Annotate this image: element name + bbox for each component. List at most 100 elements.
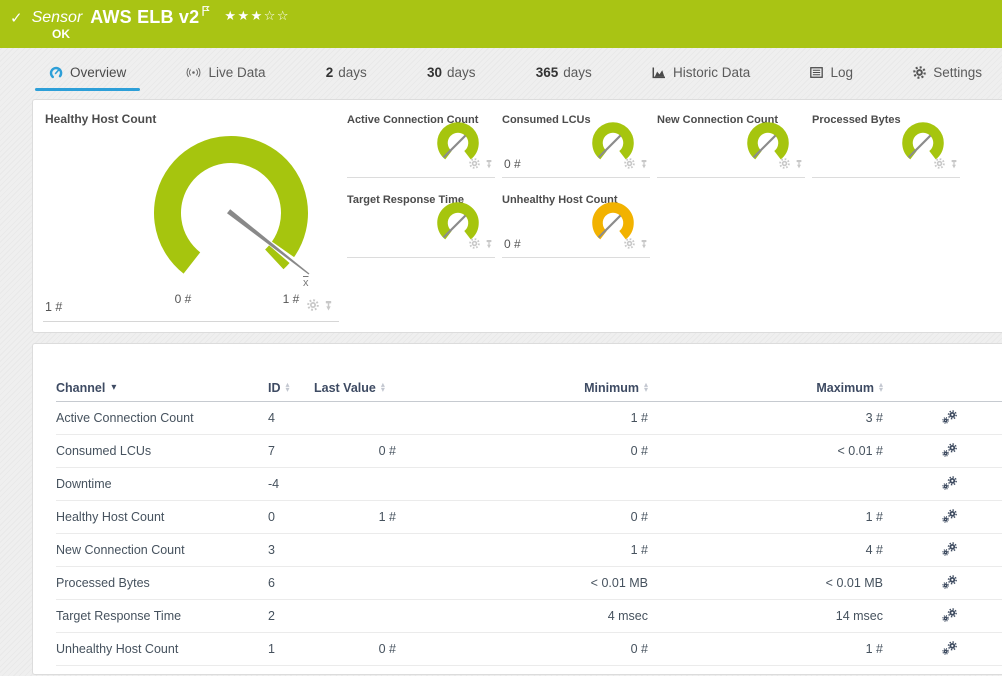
tab-30-days[interactable]: 30 days bbox=[423, 48, 480, 97]
flag-icon[interactable] bbox=[202, 4, 210, 22]
chart-icon bbox=[652, 66, 666, 79]
pin-icon[interactable] bbox=[485, 156, 493, 174]
broadcast-icon bbox=[186, 67, 201, 78]
cell-channel: Consumed LCUs bbox=[56, 444, 152, 458]
overview-gauges-panel: Healthy Host Count 0 # 1 # x 1 # Active … bbox=[32, 99, 1002, 333]
cell-minimum: < 0.01 MB bbox=[590, 576, 648, 590]
tab-365-days[interactable]: 365 days bbox=[532, 48, 596, 97]
gauge-current-value: 1 # bbox=[45, 300, 63, 314]
pin-icon[interactable] bbox=[640, 236, 648, 254]
gear-icon[interactable] bbox=[934, 156, 945, 174]
gauge-tile-processed-bytes: Processed Bytes bbox=[812, 108, 960, 178]
sensor-status-banner: ✓ Sensor AWS ELB v2 ★★★☆☆ OK bbox=[0, 0, 1002, 48]
priority-star-rating[interactable]: ★★★☆☆ bbox=[224, 8, 290, 24]
table-row: Target Response Time 2 4 msec 14 msec bbox=[56, 600, 1002, 633]
status-text: OK bbox=[52, 27, 70, 41]
cell-id: 1 bbox=[268, 642, 275, 656]
tab-overview[interactable]: Overview bbox=[34, 48, 141, 97]
gauge-tiles-grid: Active Connection Count Consumed LCUs 0 … bbox=[347, 108, 987, 332]
cell-id: 7 bbox=[268, 444, 275, 458]
cell-channel: Downtime bbox=[56, 477, 112, 491]
sort-arrows-icon: ▴ ▾ bbox=[285, 380, 290, 394]
cell-channel: Processed Bytes bbox=[56, 576, 150, 590]
gear-icon[interactable] bbox=[469, 156, 480, 174]
table-row: New Connection Count 3 1 # 4 # bbox=[56, 534, 1002, 567]
cell-minimum: 1 # bbox=[630, 543, 648, 557]
channel-settings-gears-icon[interactable] bbox=[942, 508, 958, 526]
cell-maximum: < 0.01 MB bbox=[825, 576, 883, 590]
tab-live-data[interactable]: Live Data bbox=[182, 48, 269, 97]
cell-id: -4 bbox=[268, 477, 280, 491]
sensor-title-row: ✓ Sensor AWS ELB v2 ★★★☆☆ bbox=[0, 0, 1002, 28]
cell-id: 4 bbox=[268, 411, 275, 425]
gauge-tile-unhealthy-host-count: Unhealthy Host Count 0 # bbox=[502, 188, 650, 258]
cell-id: 6 bbox=[268, 576, 275, 590]
table-row: Processed Bytes 6 < 0.01 MB < 0.01 MB bbox=[56, 567, 1002, 600]
log-icon bbox=[810, 67, 824, 78]
gauge-tile-primary: Healthy Host Count 0 # 1 # x 1 # bbox=[43, 108, 339, 322]
tab-log[interactable]: Log bbox=[806, 48, 857, 97]
column-header-id[interactable]: ID ▴ ▾ bbox=[268, 381, 314, 395]
cell-minimum: 1 # bbox=[630, 411, 648, 425]
pin-icon[interactable] bbox=[485, 236, 493, 254]
channel-settings-gears-icon[interactable] bbox=[942, 607, 958, 625]
channel-settings-gears-icon[interactable] bbox=[942, 640, 958, 658]
table-row: Downtime -4 bbox=[56, 468, 1002, 501]
gear-icon[interactable] bbox=[779, 156, 790, 174]
cell-minimum: 0 # bbox=[630, 444, 648, 458]
cell-minimum: 0 # bbox=[630, 510, 648, 524]
overview-icon bbox=[49, 66, 63, 80]
channel-settings-gears-icon[interactable] bbox=[942, 475, 958, 493]
table-row: Consumed LCUs 7 0 # 0 # < 0.01 # bbox=[56, 435, 1002, 468]
tab-label: days bbox=[563, 65, 592, 80]
channel-settings-gears-icon[interactable] bbox=[942, 442, 958, 460]
gauge-tile-active-connection-count: Active Connection Count bbox=[347, 108, 495, 178]
sort-arrows-icon: ▴ ▾ bbox=[380, 380, 385, 394]
column-header-maximum[interactable]: Maximum ▴ ▾ bbox=[654, 381, 889, 395]
channel-settings-gears-icon[interactable] bbox=[942, 409, 958, 427]
cell-minimum: 4 msec bbox=[607, 609, 648, 623]
sort-arrows-icon: ▴ ▾ bbox=[878, 380, 883, 394]
tab-label: Log bbox=[830, 65, 854, 80]
cell-channel: Unhealthy Host Count bbox=[56, 642, 179, 656]
stars-filled[interactable]: ★★★ bbox=[224, 8, 263, 23]
column-header-minimum[interactable]: Minimum ▴ ▾ bbox=[402, 381, 654, 395]
table-body: Active Connection Count 4 1 # 3 # Consum… bbox=[56, 402, 1002, 666]
column-header-last-value[interactable]: Last Value ▴ ▾ bbox=[314, 381, 402, 395]
gauge-tile-target-response-time: Target Response Time bbox=[347, 188, 495, 258]
channel-settings-gears-icon[interactable] bbox=[942, 574, 958, 592]
table-row: Active Connection Count 4 1 # 3 # bbox=[56, 402, 1002, 435]
table-row: Healthy Host Count 0 1 # 0 # 1 # bbox=[56, 501, 1002, 534]
pin-icon[interactable] bbox=[795, 156, 803, 174]
pin-icon[interactable] bbox=[324, 298, 333, 316]
cell-last-value: 1 # bbox=[378, 510, 396, 524]
tab-2-days[interactable]: 2 days bbox=[322, 48, 371, 97]
cell-id: 0 bbox=[268, 510, 275, 524]
ok-check-icon: ✓ bbox=[10, 9, 23, 27]
table-row: Unhealthy Host Count 1 0 # 0 # 1 # bbox=[56, 633, 1002, 666]
gauge-scale-min: 0 # bbox=[174, 292, 192, 306]
pin-icon[interactable] bbox=[950, 156, 958, 174]
gear-icon[interactable] bbox=[469, 236, 480, 254]
tab-label-strong: 30 bbox=[426, 65, 442, 80]
tab-label-strong: 2 bbox=[325, 65, 334, 80]
tab-settings[interactable]: Settings bbox=[909, 48, 986, 97]
stars-empty[interactable]: ☆☆ bbox=[264, 8, 290, 23]
cell-maximum: 1 # bbox=[865, 510, 883, 524]
tab-historic-data[interactable]: Historic Data bbox=[648, 48, 754, 97]
cell-channel: Target Response Time bbox=[56, 609, 182, 623]
cell-channel: Healthy Host Count bbox=[56, 510, 165, 524]
gear-icon[interactable] bbox=[624, 156, 635, 174]
channel-settings-gears-icon[interactable] bbox=[942, 541, 958, 559]
gear-icon[interactable] bbox=[624, 236, 635, 254]
gauge-chart bbox=[154, 135, 310, 275]
cell-maximum: < 0.01 # bbox=[837, 444, 883, 458]
column-header-channel[interactable]: Channel ▾ bbox=[56, 381, 268, 395]
cell-minimum: 0 # bbox=[630, 642, 648, 656]
table-header-row: Channel ▾ ID ▴ ▾ Last Value ▴ ▾ Minimum ▴ ▾ Max… bbox=[56, 374, 1002, 402]
pin-icon[interactable] bbox=[640, 156, 648, 174]
gear-icon[interactable] bbox=[307, 298, 319, 316]
sensor-name: AWS ELB v2 bbox=[90, 7, 200, 27]
cell-last-value: 0 # bbox=[378, 642, 396, 656]
cell-maximum: 4 # bbox=[865, 543, 883, 557]
